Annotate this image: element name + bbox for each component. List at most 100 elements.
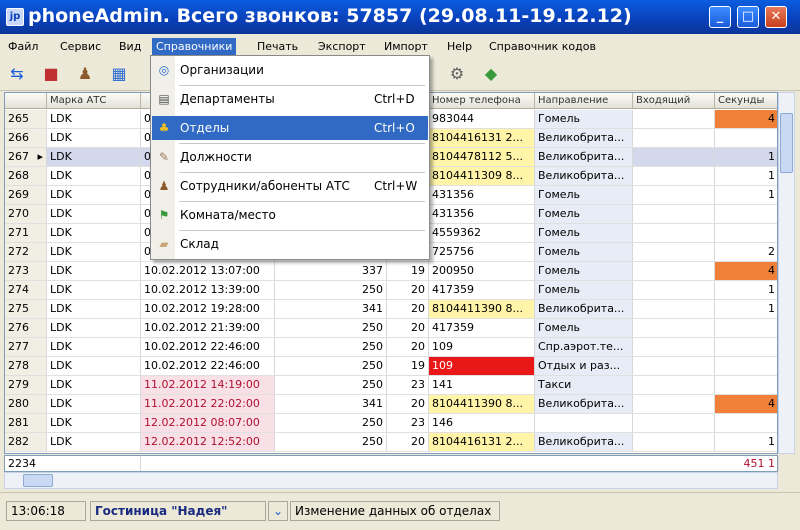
incoming-cell[interactable] [633, 338, 715, 356]
phone-cell[interactable]: 109 [429, 338, 535, 356]
seconds-cell[interactable]: 1 [715, 148, 777, 166]
line-cell[interactable]: 20 [387, 338, 429, 356]
row-number-cell[interactable]: 276 [5, 319, 47, 337]
phone-cell[interactable]: 431356 [429, 205, 535, 223]
line-cell[interactable]: 23 [387, 414, 429, 432]
phone-cell[interactable]: 109 [429, 357, 535, 375]
direction-cell[interactable]: Спр.аэрот.те... [535, 338, 633, 356]
phone-cell[interactable]: 146 [429, 414, 535, 432]
ats-cell[interactable]: LDK [47, 224, 141, 242]
date-cell[interactable]: 12.02.2012 12:52:00 [141, 433, 275, 451]
seconds-cell[interactable]: 4 [715, 262, 777, 280]
ats-cell[interactable]: LDK [47, 110, 141, 128]
incoming-cell[interactable] [633, 148, 715, 166]
ats-cell[interactable]: LDK [47, 281, 141, 299]
direction-cell[interactable]: Гомель [535, 281, 633, 299]
extension-cell[interactable]: 341 [275, 300, 387, 318]
direction-cell[interactable]: Великобрита... [535, 129, 633, 147]
seconds-cell[interactable] [715, 414, 777, 432]
row-number-cell[interactable]: 277 [5, 338, 47, 356]
ats-cell[interactable]: LDK [47, 186, 141, 204]
horizontal-scrollbar[interactable] [4, 472, 778, 489]
row-number-cell[interactable]: 269 [5, 186, 47, 204]
ats-cell[interactable]: LDK [47, 433, 141, 451]
extension-cell[interactable]: 250 [275, 357, 387, 375]
extension-cell[interactable]: 250 [275, 414, 387, 432]
menu-directories[interactable]: Справочники [152, 38, 237, 55]
menu-item-warehouse[interactable]: ▰ Склад [152, 232, 428, 256]
incoming-cell[interactable] [633, 262, 715, 280]
extension-cell[interactable]: 250 [275, 433, 387, 451]
seconds-cell[interactable]: 2 [715, 243, 777, 261]
direction-cell[interactable]: Великобрита... [535, 167, 633, 185]
menu-file[interactable]: Файл [4, 38, 42, 55]
incoming-cell[interactable] [633, 300, 715, 318]
line-cell[interactable]: 19 [387, 262, 429, 280]
ats-cell[interactable]: LDK [47, 376, 141, 394]
table-row[interactable]: 274 LDK 10.02.2012 13:39:00 250 20 417359 Гоме… [5, 281, 777, 300]
close-button[interactable]: ✕ [765, 6, 787, 28]
direction-cell[interactable]: Великобрита... [535, 300, 633, 318]
direction-cell[interactable]: Гомель [535, 319, 633, 337]
column-header-phone[interactable]: Номер телефона [429, 93, 535, 108]
phone-cell[interactable]: 983044 [429, 110, 535, 128]
seconds-cell[interactable] [715, 224, 777, 242]
row-number-cell[interactable]: 271 [5, 224, 47, 242]
maximize-button[interactable]: □ [737, 6, 759, 28]
line-cell[interactable]: 23 [387, 376, 429, 394]
direction-cell[interactable]: Гомель [535, 205, 633, 223]
incoming-cell[interactable] [633, 129, 715, 147]
menu-service[interactable]: Сервис [56, 38, 105, 55]
line-cell[interactable]: 20 [387, 433, 429, 451]
date-cell[interactable]: 10.02.2012 22:46:00 [141, 338, 275, 356]
phone-cell[interactable]: 8104416131 2... [429, 433, 535, 451]
database-icon[interactable]: ■ [38, 61, 64, 87]
row-number-cell[interactable]: 265 [5, 110, 47, 128]
row-number-cell[interactable]: 279 [5, 376, 47, 394]
menu-view[interactable]: Вид [115, 38, 145, 55]
direction-cell[interactable] [535, 414, 633, 432]
line-cell[interactable]: 20 [387, 395, 429, 413]
phone-cell[interactable]: 417359 [429, 281, 535, 299]
scrollbar-thumb[interactable] [780, 113, 793, 173]
menu-item-positions[interactable]: ✎ Должности [152, 145, 428, 169]
date-cell[interactable]: 10.02.2012 22:46:00 [141, 357, 275, 375]
refresh-icon[interactable]: ⇆ [4, 61, 30, 87]
seconds-cell[interactable] [715, 129, 777, 147]
minimize-button[interactable]: _ [709, 6, 731, 28]
column-header-ats[interactable]: Марка АТС [47, 93, 141, 108]
menu-item-employees[interactable]: ♟ Сотрудники/абоненты АТС Ctrl+W [152, 174, 428, 198]
ats-cell[interactable]: LDK [47, 167, 141, 185]
phone-cell[interactable]: 8104416131 2... [429, 129, 535, 147]
incoming-cell[interactable] [633, 433, 715, 451]
table-row[interactable]: 281 LDK 12.02.2012 08:07:00 250 23 146 [5, 414, 777, 433]
seconds-cell[interactable] [715, 205, 777, 223]
phone-cell[interactable]: 8104478112 5... [429, 148, 535, 166]
menu-item-rooms[interactable]: ⚑ Комната/место [152, 203, 428, 227]
row-number-cell[interactable]: 266 [5, 129, 47, 147]
incoming-cell[interactable] [633, 414, 715, 432]
seconds-cell[interactable]: 4 [715, 110, 777, 128]
incoming-cell[interactable] [633, 186, 715, 204]
line-cell[interactable]: 20 [387, 319, 429, 337]
phone-cell[interactable]: 141 [429, 376, 535, 394]
table-row[interactable]: 279 LDK 11.02.2012 14:19:00 250 23 141 Такси [5, 376, 777, 395]
seconds-cell[interactable]: 1 [715, 167, 777, 185]
extension-cell[interactable]: 250 [275, 376, 387, 394]
scrollbar-thumb[interactable] [23, 474, 53, 487]
seconds-cell[interactable]: 4 [715, 395, 777, 413]
menu-help[interactable]: Help [443, 38, 476, 55]
seconds-cell[interactable] [715, 357, 777, 375]
ats-cell[interactable]: LDK [47, 319, 141, 337]
line-cell[interactable]: 20 [387, 281, 429, 299]
incoming-cell[interactable] [633, 376, 715, 394]
row-number-cell[interactable]: ▸ 267 [5, 148, 47, 166]
seconds-cell[interactable]: 1 [715, 281, 777, 299]
row-number-cell[interactable]: 282 [5, 433, 47, 451]
direction-cell[interactable]: Великобрита... [535, 148, 633, 166]
menu-item-departments[interactable]: ▤ Департаменты Ctrl+D [152, 87, 428, 111]
report-icon[interactable]: ▦ [106, 61, 132, 87]
date-cell[interactable]: 11.02.2012 22:02:00 [141, 395, 275, 413]
incoming-cell[interactable] [633, 205, 715, 223]
direction-cell[interactable]: Гомель [535, 262, 633, 280]
